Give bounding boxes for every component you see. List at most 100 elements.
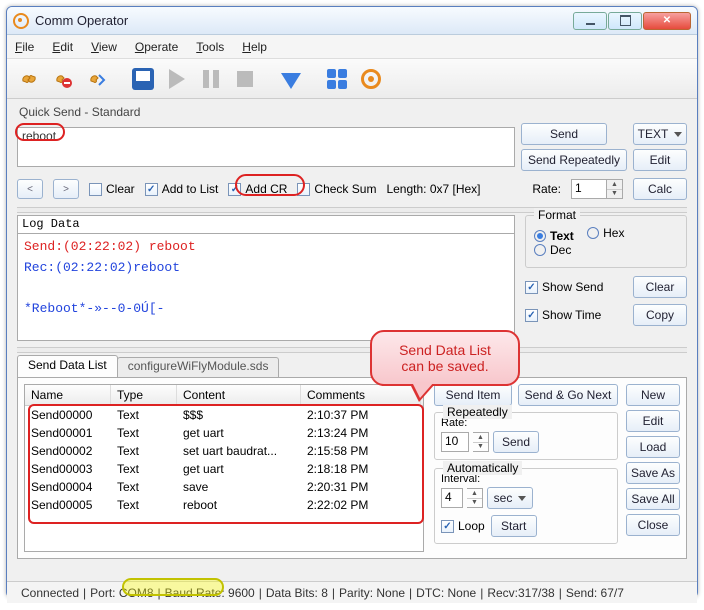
start-button[interactable]: Start	[491, 515, 537, 537]
status-port: Port: COM8	[86, 586, 157, 599]
app-icon	[13, 13, 29, 29]
table-header: Name Type Content Comments	[25, 385, 423, 406]
table-row[interactable]: Send00001Textget uart2:13:24 PM	[25, 424, 423, 442]
target-icon[interactable]	[357, 65, 385, 93]
send-repeatedly-button[interactable]: Send Repeatedly	[521, 149, 627, 171]
format-group: Format Text Hex Dec	[525, 215, 687, 268]
connect-icon[interactable]	[15, 65, 43, 93]
rate-label: Rate:	[532, 182, 561, 196]
menu-view[interactable]: View	[91, 40, 117, 54]
format-legend: Format	[534, 208, 580, 222]
send-item-button[interactable]: Send Item	[434, 384, 512, 406]
edit-button[interactable]: Edit	[633, 149, 687, 171]
status-parity: Parity: None	[335, 586, 409, 599]
repeatedly-legend: Repeatedly	[443, 405, 512, 419]
splitter-2[interactable]	[17, 347, 687, 353]
add-cr-checkbox[interactable]: ✓Add CR	[228, 182, 287, 196]
menu-file[interactable]: File	[15, 40, 34, 54]
col-content[interactable]: Content	[177, 385, 301, 405]
send-go-next-button[interactable]: Send & Go Next	[518, 384, 618, 406]
window-title: Comm Operator	[35, 13, 573, 28]
format-hex-radio[interactable]: Hex	[587, 226, 624, 240]
repeat-send-button[interactable]: Send	[493, 431, 539, 453]
load-button[interactable]: Load	[626, 436, 680, 458]
send-button[interactable]: Send	[521, 123, 607, 145]
log-line: Rec:(02:22:02)reboot	[24, 258, 508, 279]
disconnect-icon[interactable]	[49, 65, 77, 93]
format-text-radio[interactable]: Text	[534, 229, 574, 243]
table-row[interactable]: Send00002Textset uart baudrat...2:15:58 …	[25, 442, 423, 460]
data-list-table[interactable]: Name Type Content Comments Send00000Text…	[24, 384, 424, 552]
calculator-icon[interactable]	[323, 65, 351, 93]
col-type[interactable]: Type	[111, 385, 177, 405]
rate-spinner[interactable]: ▲▼	[607, 179, 623, 199]
table-row[interactable]: Send00005Textreboot2:22:02 PM	[25, 496, 423, 514]
table-row[interactable]: Send00003Textget uart2:18:18 PM	[25, 460, 423, 478]
calc-button[interactable]: Calc	[633, 178, 687, 200]
col-name[interactable]: Name	[25, 385, 111, 405]
text-format-button[interactable]: TEXT	[633, 123, 687, 145]
status-send: Send: 67/7	[562, 586, 628, 599]
status-recv: Recv:317/38	[483, 586, 558, 599]
new-button[interactable]: New	[626, 384, 680, 406]
clear-log-button[interactable]: Clear	[633, 276, 687, 298]
status-bar: Connected | Port: COM8 | Baud Rate: 9600…	[7, 581, 697, 598]
splitter-1[interactable]	[17, 207, 687, 213]
interval-unit-select[interactable]: sec	[487, 487, 533, 509]
save-all-button[interactable]: Save All	[626, 488, 680, 510]
interval-input[interactable]: 4	[441, 488, 463, 508]
format-dec-radio[interactable]: Dec	[534, 243, 571, 257]
list-edit-button[interactable]: Edit	[626, 410, 680, 432]
menu-help[interactable]: Help	[242, 40, 267, 54]
play-icon[interactable]	[163, 65, 191, 93]
download-icon[interactable]	[277, 65, 305, 93]
quicksend-input[interactable]: reboot	[17, 127, 515, 167]
close-button[interactable]	[643, 12, 691, 30]
repeat-rate-spinner[interactable]: ▲▼	[473, 432, 489, 452]
toolbar	[7, 59, 697, 99]
clear-checkbox[interactable]: Clear	[89, 182, 135, 196]
col-comments[interactable]: Comments	[301, 385, 421, 405]
repeatedly-group: Repeatedly Rate: 10 ▲▼ Send	[434, 412, 618, 460]
show-time-checkbox[interactable]: ✓Show Time	[525, 308, 601, 322]
pause-icon[interactable]	[197, 65, 225, 93]
log-body[interactable]: Send:(02:22:02) reboot Rec:(02:22:02)reb…	[17, 233, 515, 341]
app-window: Comm Operator File Edit View Operate Too…	[6, 6, 698, 598]
interval-spinner[interactable]: ▲▼	[467, 488, 483, 508]
show-send-checkbox[interactable]: ✓Show Send	[525, 280, 603, 294]
automatically-group: Automatically Interval: 4 ▲▼ sec ✓Loop S…	[434, 468, 618, 544]
quicksend-label: Quick Send - Standard	[19, 105, 685, 119]
stop-icon[interactable]	[231, 65, 259, 93]
list-close-button[interactable]: Close	[626, 514, 680, 536]
maximize-button[interactable]	[608, 12, 642, 30]
log-line: Send:(02:22:02) reboot	[24, 237, 508, 258]
table-row[interactable]: Send00000Text$$$2:10:37 PM	[25, 406, 423, 424]
loop-checkbox[interactable]: ✓Loop	[441, 519, 485, 533]
menu-edit[interactable]: Edit	[52, 40, 73, 54]
table-row[interactable]: Send00004Textsave2:20:31 PM	[25, 478, 423, 496]
save-icon[interactable]	[129, 65, 157, 93]
prev-button[interactable]: <	[17, 179, 43, 199]
copy-log-button[interactable]: Copy	[633, 304, 687, 326]
tab-configure-file[interactable]: configureWiFlyModule.sds	[117, 357, 280, 377]
add-to-list-checkbox[interactable]: ✓Add to List	[145, 182, 219, 196]
menu-operate[interactable]: Operate	[135, 40, 178, 54]
repeat-rate-input[interactable]: 10	[441, 432, 469, 452]
titlebar[interactable]: Comm Operator	[7, 7, 697, 35]
status-databits: Data Bits: 8	[262, 586, 332, 599]
check-sum-checkbox[interactable]: Check Sum	[297, 182, 376, 196]
menubar: File Edit View Operate Tools Help	[7, 35, 697, 59]
length-label: Length: 0x7 [Hex]	[386, 182, 480, 196]
status-connected: Connected	[17, 586, 83, 599]
automatically-legend: Automatically	[443, 461, 522, 475]
next-button[interactable]: >	[53, 179, 79, 199]
reconnect-icon[interactable]	[83, 65, 111, 93]
status-dtc: DTC: None	[412, 586, 480, 599]
tab-send-data-list[interactable]: Send Data List	[17, 355, 118, 377]
send-data-list-panel: Name Type Content Comments Send00000Text…	[17, 377, 687, 559]
minimize-button[interactable]	[573, 12, 607, 30]
save-as-button[interactable]: Save As	[626, 462, 680, 484]
menu-tools[interactable]: Tools	[196, 40, 224, 54]
log-header: Log Data	[17, 215, 515, 233]
rate-input[interactable]: 1	[571, 179, 607, 199]
